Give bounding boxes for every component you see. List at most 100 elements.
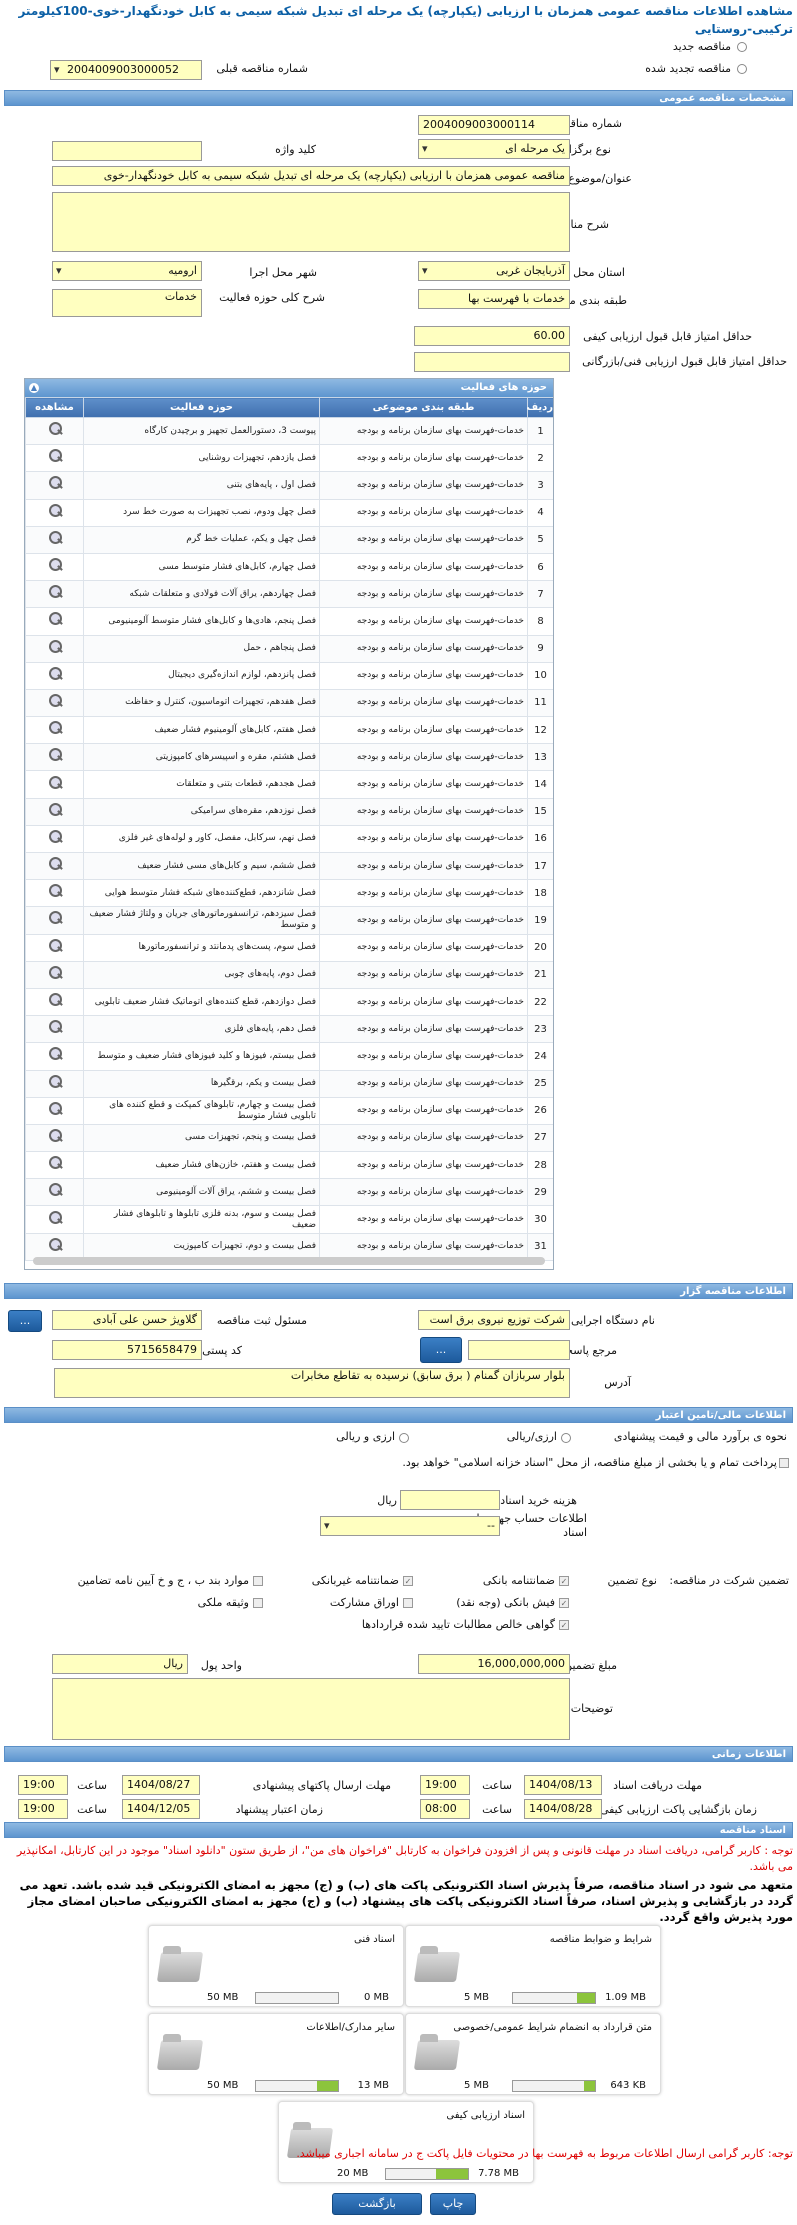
view-magnifier-icon[interactable]	[47, 802, 63, 818]
row-view-cell[interactable]	[25, 906, 84, 935]
row-view-cell[interactable]	[25, 661, 84, 690]
doc-recv-date[interactable]: 1404/08/13	[524, 1775, 602, 1795]
view-magnifier-icon[interactable]	[47, 829, 63, 845]
view-magnifier-icon[interactable]	[47, 938, 63, 954]
view-magnifier-icon[interactable]	[47, 639, 63, 655]
row-view-cell[interactable]	[25, 1178, 84, 1207]
row-view-cell[interactable]	[25, 1069, 84, 1098]
row-view-cell[interactable]	[25, 1096, 84, 1125]
row-view-cell[interactable]	[25, 987, 84, 1017]
notes-textarea[interactable]	[52, 1678, 570, 1740]
postal-field[interactable]: 5715658479	[52, 1340, 202, 1360]
address-field[interactable]: بلوار سربازان گمنام ( برق سابق) نرسیده ب…	[54, 1368, 570, 1398]
view-magnifier-icon[interactable]	[47, 965, 63, 981]
row-view-cell[interactable]	[25, 1151, 84, 1180]
view-magnifier-icon[interactable]	[47, 693, 63, 709]
unit-field[interactable]: ریال	[52, 1654, 188, 1674]
new-tender-radio[interactable]	[737, 42, 747, 52]
renewed-tender-radio[interactable]	[737, 64, 747, 74]
open-time[interactable]: 08:00	[420, 1799, 470, 1819]
view-magnifier-icon[interactable]	[47, 775, 63, 791]
row-view-cell[interactable]	[25, 743, 84, 772]
previous-number-select[interactable]: 2004009003000052	[50, 60, 202, 80]
view-magnifier-icon[interactable]	[47, 666, 63, 682]
row-view-cell[interactable]	[25, 824, 84, 854]
estimate-opt2-radio[interactable]	[399, 1433, 409, 1443]
row-view-cell[interactable]	[25, 552, 84, 582]
row-view-cell[interactable]	[25, 416, 84, 446]
view-magnifier-icon[interactable]	[47, 421, 63, 437]
doc-card-5[interactable]: اسناد ارزیابی کیفی 20 MB 7.78 MB	[278, 2101, 534, 2183]
view-magnifier-icon[interactable]	[47, 1210, 63, 1226]
ref-more-button[interactable]: ...	[420, 1337, 462, 1363]
title-input[interactable]: مناقصه عمومی همزمان با ارزیابی (یکپارچه)…	[52, 166, 570, 186]
row-view-cell[interactable]	[25, 879, 84, 908]
view-magnifier-icon[interactable]	[47, 1155, 63, 1171]
tech-score-field[interactable]	[414, 352, 570, 372]
view-magnifier-icon[interactable]	[47, 1019, 63, 1035]
row-view-cell[interactable]	[25, 797, 84, 826]
row-view-cell[interactable]	[25, 1123, 84, 1153]
row-view-cell[interactable]	[25, 688, 84, 718]
view-magnifier-icon[interactable]	[47, 856, 63, 872]
collapse-icon[interactable]: ▲	[29, 383, 39, 393]
row-view-cell[interactable]	[25, 1042, 84, 1071]
row-view-cell[interactable]	[25, 851, 84, 881]
row-view-cell[interactable]	[25, 634, 84, 663]
valid-time[interactable]: 19:00	[18, 1799, 68, 1819]
keyword-input[interactable]	[52, 141, 202, 161]
estimate-opt1-radio[interactable]	[561, 1433, 571, 1443]
row-view-cell[interactable]	[25, 716, 84, 745]
account-select[interactable]: --	[320, 1516, 500, 1536]
row-view-cell[interactable]	[25, 770, 84, 799]
stage-select[interactable]: یک مرحله ای	[418, 139, 570, 159]
view-magnifier-icon[interactable]	[47, 910, 63, 926]
row-view-cell[interactable]	[25, 498, 84, 527]
view-magnifier-icon[interactable]	[47, 720, 63, 736]
amount-field[interactable]: 16,000,000,000	[418, 1654, 570, 1674]
view-magnifier-icon[interactable]	[47, 747, 63, 763]
doc-recv-time[interactable]: 19:00	[420, 1775, 470, 1795]
org-field[interactable]: شرکت توزیع نیروی برق است	[418, 1310, 570, 1330]
view-magnifier-icon[interactable]	[47, 1128, 63, 1144]
back-button[interactable]: بازگشت	[332, 2193, 422, 2215]
category-field[interactable]: خدمات با فهرست بها	[418, 289, 570, 309]
view-magnifier-icon[interactable]	[47, 1046, 63, 1062]
view-magnifier-icon[interactable]	[47, 475, 63, 491]
resp-field[interactable]: گلاویژ حسن علی آبادی	[52, 1310, 202, 1330]
view-magnifier-icon[interactable]	[47, 584, 63, 600]
doc-cost-field[interactable]	[400, 1490, 500, 1510]
row-view-cell[interactable]	[25, 444, 84, 473]
ref-field[interactable]	[468, 1340, 570, 1360]
row-view-cell[interactable]	[25, 960, 84, 989]
view-magnifier-icon[interactable]	[47, 1237, 63, 1253]
valid-date[interactable]: 1404/12/05	[122, 1799, 200, 1819]
doc-card-3[interactable]: متن قرارداد به انضمام شرایط عمومی/خصوصی 5…	[405, 2013, 661, 2095]
view-magnifier-icon[interactable]	[47, 1101, 63, 1117]
view-magnifier-icon[interactable]	[47, 1182, 63, 1198]
bid-send-time[interactable]: 19:00	[18, 1775, 68, 1795]
view-magnifier-icon[interactable]	[47, 448, 63, 464]
print-button[interactable]: چاپ	[430, 2193, 476, 2215]
doc-card-2[interactable]: اسناد فنی 50 MB 0 MB	[148, 1925, 404, 2007]
desc-textarea[interactable]	[52, 192, 570, 252]
open-date[interactable]: 1404/08/28	[524, 1799, 602, 1819]
tender-number-field[interactable]: 2004009003000114	[418, 115, 570, 135]
row-view-cell[interactable]	[25, 1015, 84, 1044]
row-view-cell[interactable]	[25, 933, 84, 962]
row-view-cell[interactable]	[25, 1205, 84, 1234]
city-select[interactable]: ارومیه	[52, 261, 202, 281]
row-view-cell[interactable]	[25, 525, 84, 554]
bid-send-date[interactable]: 1404/08/27	[122, 1775, 200, 1795]
resp-more-button[interactable]: ...	[8, 1310, 42, 1332]
view-magnifier-icon[interactable]	[47, 530, 63, 546]
view-magnifier-icon[interactable]	[47, 992, 63, 1008]
doc-card-4[interactable]: سایر مدارک/اطلاعات 50 MB 13 MB	[148, 2013, 404, 2095]
activity-field[interactable]: خدمات	[52, 289, 202, 317]
view-magnifier-icon[interactable]	[47, 557, 63, 573]
row-view-cell[interactable]	[25, 607, 84, 636]
view-magnifier-icon[interactable]	[47, 611, 63, 627]
payment-checkbox[interactable]	[779, 1458, 789, 1468]
view-magnifier-icon[interactable]	[47, 883, 63, 899]
row-view-cell[interactable]	[25, 580, 84, 609]
